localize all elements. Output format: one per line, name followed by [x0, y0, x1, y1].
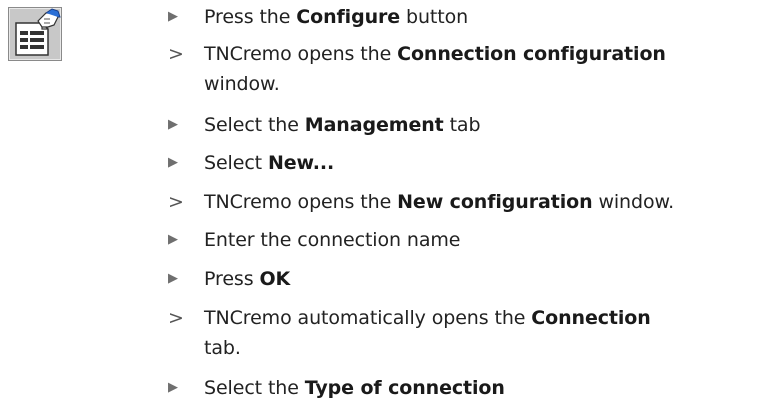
- action-arrow-icon: ▶: [168, 155, 178, 170]
- step-text-bold: Type of connection: [304, 377, 505, 399]
- step-text-pre: Enter the connection name: [204, 229, 461, 251]
- step-text: Select the Management tab: [204, 114, 481, 136]
- action-arrow-icon: ▶: [168, 380, 178, 395]
- step-result-new-configuration: > TNCremo opens the New configuration wi…: [165, 187, 674, 217]
- step-select-type-of-connection: ▶ Select the Type of connection: [165, 373, 505, 403]
- step-text-pre: Select the: [204, 114, 305, 136]
- step-text-continued: window.: [204, 73, 280, 95]
- step-text-bold: Configure: [296, 6, 401, 28]
- action-arrow-icon: ▶: [168, 232, 178, 247]
- result-arrow-icon: >: [168, 43, 184, 65]
- step-text: TNCremo opens the New configuration wind…: [204, 191, 674, 213]
- step-text: Enter the connection name: [204, 229, 460, 251]
- step-text: TNCremo opens the Connection configurati…: [204, 43, 666, 65]
- step-text-pre: Press: [204, 268, 260, 290]
- step-select-new: ▶ Select New...: [165, 148, 334, 178]
- step-enter-connection-name: ▶ Enter the connection name: [165, 225, 460, 255]
- step-result-connection-configuration: > TNCremo opens the Connection configura…: [165, 39, 666, 99]
- step-text-pre: Select: [204, 152, 268, 174]
- step-text-bold: Connection: [531, 307, 651, 329]
- configure-icon: [8, 7, 62, 61]
- step-text: Select the Type of connection: [204, 377, 505, 399]
- result-arrow-icon: >: [168, 191, 184, 213]
- step-text-continued: tab.: [204, 337, 241, 359]
- step-text: Select New...: [204, 152, 334, 174]
- step-text: Press OK: [204, 268, 290, 290]
- step-text-bold: Management: [304, 114, 444, 136]
- step-text-bold: New configuration: [397, 191, 593, 213]
- step-text-post: button: [400, 6, 469, 28]
- step-text-post: tab: [443, 114, 481, 136]
- action-arrow-icon: ▶: [168, 117, 178, 132]
- result-arrow-icon: >: [168, 307, 184, 329]
- step-text-pre: TNCremo opens the: [204, 43, 398, 65]
- step-text-pre: TNCremo automatically opens the: [204, 307, 532, 329]
- action-arrow-icon: ▶: [168, 9, 178, 24]
- step-press-ok: ▶ Press OK: [165, 264, 290, 294]
- step-text-pre: Select the: [204, 377, 305, 399]
- step-text-pre: TNCremo opens the: [204, 191, 398, 213]
- step-text-bold: Connection configuration: [397, 43, 666, 65]
- step-result-connection-tab: > TNCremo automatically opens the Connec…: [165, 303, 651, 363]
- step-text-bold: New...: [267, 152, 335, 174]
- step-text-pre: Press the: [204, 6, 297, 28]
- step-text-post: window.: [592, 191, 675, 213]
- step-press-configure: ▶ Press the Configure button: [165, 2, 468, 32]
- step-text: Press the Configure button: [204, 6, 468, 28]
- step-text-bold: OK: [259, 268, 291, 290]
- action-arrow-icon: ▶: [168, 271, 178, 286]
- step-text: TNCremo automatically opens the Connecti…: [204, 307, 651, 329]
- step-select-management-tab: ▶ Select the Management tab: [165, 110, 481, 140]
